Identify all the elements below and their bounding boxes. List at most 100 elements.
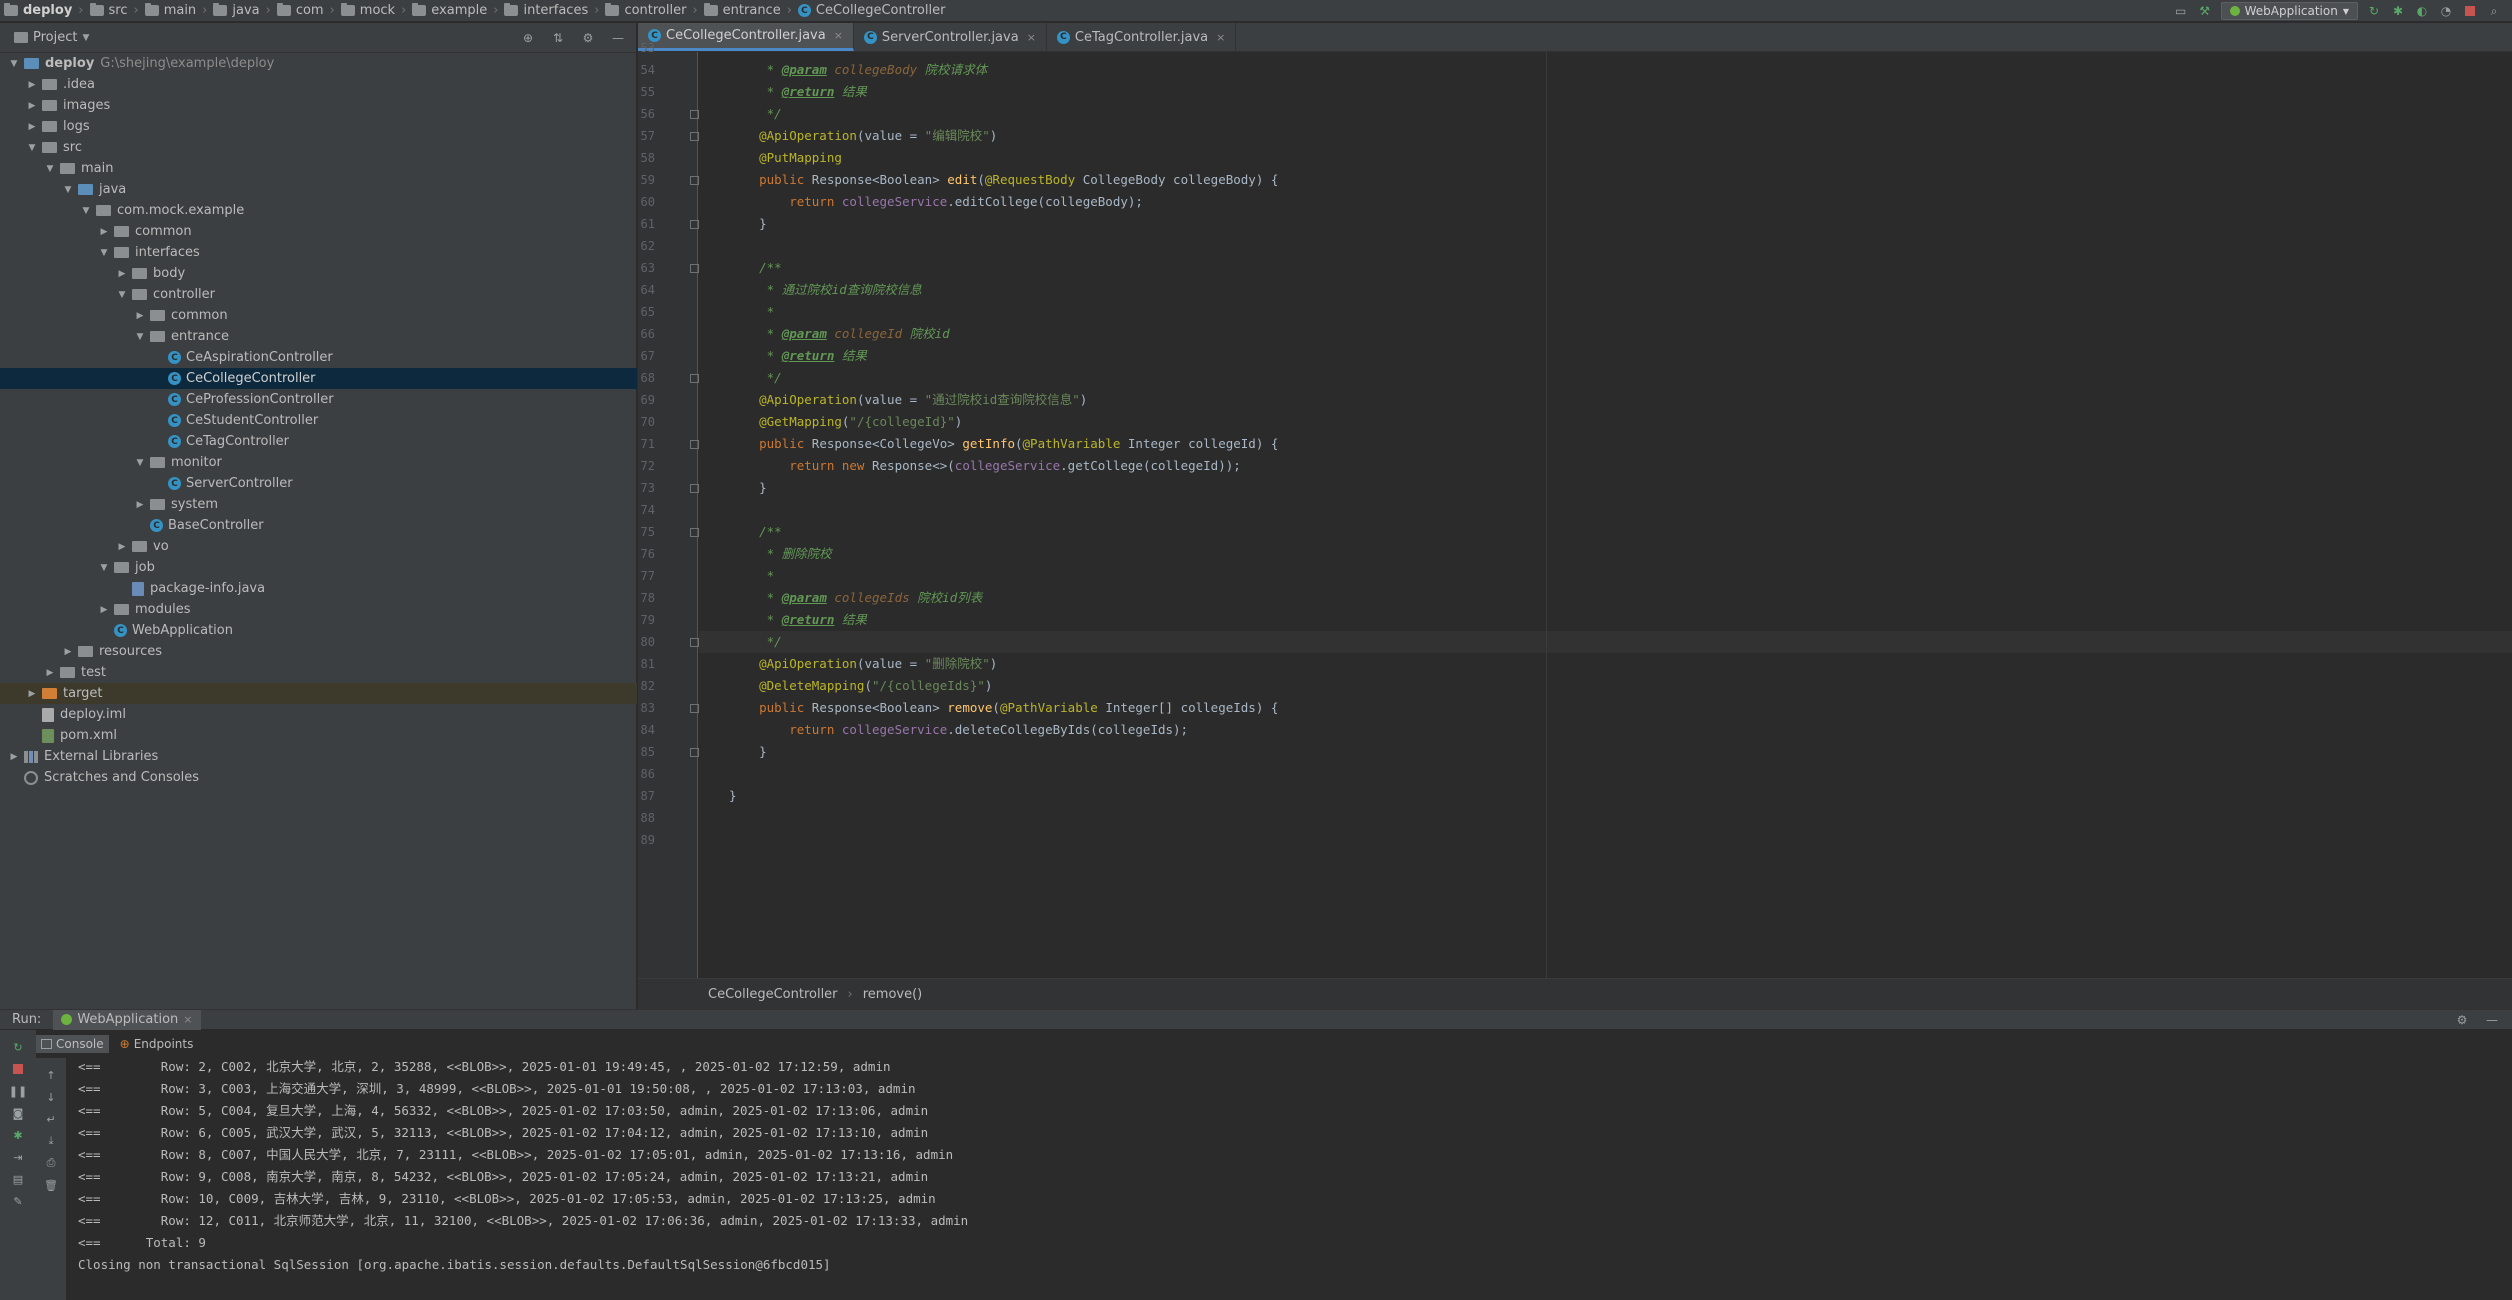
tree-item-webapplication[interactable]: C WebApplication — [0, 620, 637, 641]
tree-item-controller[interactable]: ▼ controller — [0, 284, 637, 305]
expand-right-icon[interactable]: ▶ — [26, 122, 38, 132]
breadcrumb-class[interactable]: CeCollegeController — [708, 987, 838, 1002]
expand-right-icon[interactable]: ▶ — [98, 227, 110, 237]
tree-item-common[interactable]: ▶ common — [0, 221, 637, 242]
fold-marker-icon[interactable] — [690, 704, 699, 713]
expand-down-icon[interactable]: ▼ — [116, 290, 128, 300]
tree-item-main[interactable]: ▼ main — [0, 158, 637, 179]
fold-marker-icon[interactable] — [690, 176, 699, 185]
nav-crumb-interfaces[interactable]: interfaces — [500, 3, 592, 18]
expand-right-icon[interactable]: ▶ — [134, 311, 146, 321]
project-view-selector[interactable]: Project ▼ — [14, 30, 89, 45]
expand-down-icon[interactable]: ▼ — [134, 332, 146, 342]
tree-item-pom-xml[interactable]: pom.xml — [0, 725, 637, 746]
exit-icon[interactable]: ⇥ — [11, 1150, 25, 1164]
nav-project[interactable]: deploy — [0, 3, 76, 18]
locate-icon[interactable]: ⊕ — [520, 30, 536, 46]
tree-item-system[interactable]: ▶ system — [0, 494, 637, 515]
debug-icon[interactable]: ✱ — [11, 1128, 25, 1142]
camera-icon[interactable]: ◙ — [11, 1106, 25, 1120]
tree-item-com-mock-example[interactable]: ▼ com.mock.example — [0, 200, 637, 221]
code-editor[interactable]: * * @param collegeBody 院校请求体 * @return 结… — [699, 52, 2512, 978]
scroll-to-end-icon[interactable]: ⤓ — [44, 1134, 58, 1148]
tree-item--idea[interactable]: ▶ .idea — [0, 74, 637, 95]
tree-item-ceprofessioncontroller[interactable]: C CeProfessionController — [0, 389, 637, 410]
debug-icon[interactable]: ✱ — [2390, 3, 2406, 19]
layout-icon[interactable]: ▭ — [2173, 3, 2189, 19]
nav-crumb-mock[interactable]: mock — [337, 3, 399, 18]
tree-item-test[interactable]: ▶ test — [0, 662, 637, 683]
fold-marker-icon[interactable] — [690, 264, 699, 273]
expand-right-icon[interactable]: ▶ — [26, 101, 38, 111]
expand-down-icon[interactable]: ▼ — [80, 206, 92, 216]
nav-file[interactable]: C CeCollegeController — [794, 3, 950, 18]
tree-item-monitor[interactable]: ▼ monitor — [0, 452, 637, 473]
console-output[interactable]: <== Row: 2, C002, 北京大学, 北京, 2, 35288, <<… — [66, 1056, 2512, 1300]
tree-item-deploy-iml[interactable]: deploy.iml — [0, 704, 637, 725]
fold-marker-icon[interactable] — [690, 374, 699, 383]
nav-crumb-controller[interactable]: controller — [601, 3, 690, 18]
tree-item-basecontroller[interactable]: C BaseController — [0, 515, 637, 536]
close-icon[interactable]: × — [183, 1013, 192, 1026]
tree-item-job[interactable]: ▼ job — [0, 557, 637, 578]
expand-right-icon[interactable]: ▶ — [116, 269, 128, 279]
soft-wrap-icon[interactable]: ↵ — [44, 1112, 58, 1126]
expand-right-icon[interactable]: ▶ — [134, 500, 146, 510]
tree-item-ceaspirationcontroller[interactable]: C CeAspirationController — [0, 347, 637, 368]
rerun-icon[interactable]: ↻ — [2366, 3, 2382, 19]
expand-right-icon[interactable]: ▶ — [26, 689, 38, 699]
fold-marker-icon[interactable] — [690, 638, 699, 647]
editor-tab-cecollegecontroller-java[interactable]: C CeCollegeController.java × — [638, 23, 854, 51]
close-icon[interactable]: × — [1027, 31, 1036, 44]
expand-right-icon[interactable]: ▶ — [44, 668, 56, 678]
expand-down-icon[interactable]: ▼ — [98, 248, 110, 258]
expand-right-icon[interactable]: ▶ — [98, 605, 110, 615]
arrow-up-icon[interactable]: ↑ — [44, 1068, 58, 1082]
tree-item-logs[interactable]: ▶ logs — [0, 116, 637, 137]
gear-icon[interactable]: ⚙ — [580, 30, 596, 46]
tree-item-deploy[interactable]: ▼ deploy G:\shejing\example\deploy — [0, 53, 637, 74]
layout-icon[interactable]: ▤ — [11, 1172, 25, 1186]
tree-item-cetagcontroller[interactable]: C CeTagController — [0, 431, 637, 452]
nav-crumb-example[interactable]: example — [408, 3, 491, 18]
expand-right-icon[interactable]: ▶ — [26, 80, 38, 90]
tree-item-target[interactable]: ▶ target — [0, 683, 637, 704]
close-icon[interactable]: × — [834, 29, 843, 42]
tree-item-vo[interactable]: ▶ vo — [0, 536, 637, 557]
collapse-all-icon[interactable]: ⇅ — [550, 30, 566, 46]
expand-down-icon[interactable]: ▼ — [26, 143, 38, 153]
expand-right-icon[interactable]: ▶ — [8, 752, 20, 762]
hammer-icon[interactable]: ⚒ — [2197, 3, 2213, 19]
run-tab-webapplication[interactable]: WebApplication × — [53, 1009, 201, 1030]
tree-item-images[interactable]: ▶ images — [0, 95, 637, 116]
tree-item-servercontroller[interactable]: C ServerController — [0, 473, 637, 494]
pin-icon[interactable]: ✎ — [11, 1194, 25, 1208]
fold-marker-icon[interactable] — [690, 528, 699, 537]
tree-item-src[interactable]: ▼ src — [0, 137, 637, 158]
fold-marker-icon[interactable] — [690, 110, 699, 119]
editor-tab-cetagcontroller-java[interactable]: C CeTagController.java × — [1047, 23, 1237, 51]
expand-down-icon[interactable]: ▼ — [44, 164, 56, 174]
coverage-icon[interactable]: ◐ — [2414, 3, 2430, 19]
search-icon[interactable]: ⌕ — [2486, 3, 2502, 19]
tree-item-java[interactable]: ▼ java — [0, 179, 637, 200]
tree-item-scratches-and-consoles[interactable]: Scratches and Consoles — [0, 767, 637, 788]
expand-down-icon[interactable]: ▼ — [8, 59, 20, 69]
expand-down-icon[interactable]: ▼ — [62, 185, 74, 195]
tree-item-cecollegecontroller[interactable]: C CeCollegeController — [0, 368, 637, 389]
nav-crumb-com[interactable]: com — [273, 3, 328, 18]
nav-crumb-src[interactable]: src — [86, 3, 132, 18]
breadcrumb-method[interactable]: remove() — [863, 987, 923, 1002]
console-tab[interactable]: Console — [36, 1035, 109, 1053]
close-icon[interactable]: × — [1216, 31, 1225, 44]
pause-icon[interactable]: ❚❚ — [9, 1084, 27, 1098]
editor-tab-servercontroller-java[interactable]: C ServerController.java × — [854, 23, 1047, 51]
expand-right-icon[interactable]: ▶ — [116, 542, 128, 552]
fold-marker-icon[interactable] — [690, 748, 699, 757]
profile-icon[interactable]: ◔ — [2438, 3, 2454, 19]
tree-item-cestudentcontroller[interactable]: C CeStudentController — [0, 410, 637, 431]
stop-icon[interactable] — [11, 1062, 25, 1076]
tree-item-external-libraries[interactable]: ▶ External Libraries — [0, 746, 637, 767]
rerun-icon[interactable]: ↻ — [11, 1040, 25, 1054]
arrow-down-icon[interactable]: ↓ — [44, 1090, 58, 1104]
